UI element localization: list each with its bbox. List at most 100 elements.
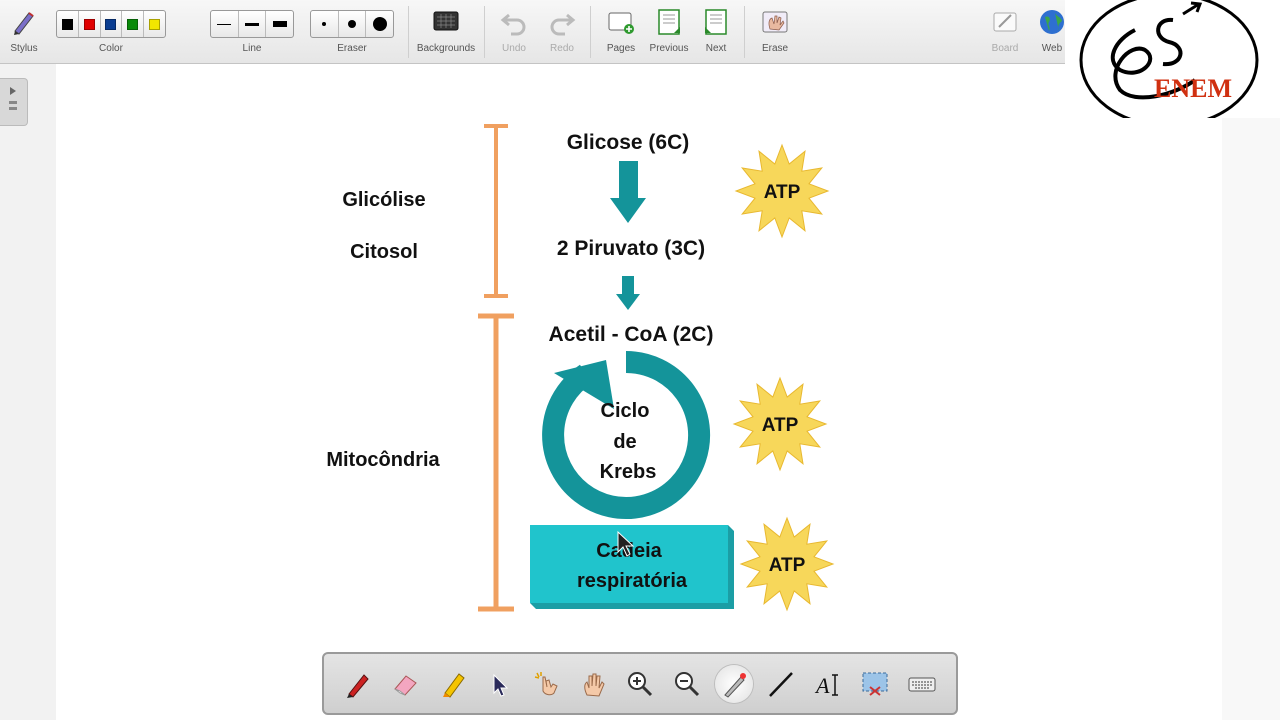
eraser-icon bbox=[393, 674, 417, 696]
line-thick[interactable] bbox=[266, 11, 293, 37]
zoom-in-button[interactable] bbox=[621, 665, 659, 703]
enem-logo: ENEM bbox=[1065, 0, 1280, 128]
stylus-icon bbox=[14, 12, 34, 35]
eraser-tool-button[interactable] bbox=[386, 665, 424, 703]
zoom-in-icon bbox=[627, 671, 652, 696]
screen-capture-button[interactable] bbox=[856, 665, 894, 703]
pages-icon bbox=[608, 12, 634, 34]
mitochondria-bracket bbox=[478, 313, 514, 612]
atp-label-1: ATP bbox=[764, 182, 801, 203]
atp-label-3: ATP bbox=[769, 555, 806, 576]
whiteboard-canvas[interactable]: Glicólise Citosol Mitocôndria Glicose (6… bbox=[56, 64, 1222, 720]
color-red[interactable] bbox=[79, 11, 101, 37]
krebs-line3: Krebs bbox=[600, 461, 657, 483]
undo-icon bbox=[500, 13, 526, 36]
logo-mark: ENEM bbox=[1079, 0, 1259, 128]
zoom-out-button[interactable] bbox=[668, 665, 706, 703]
previous-label: Previous bbox=[649, 43, 689, 54]
down-arrow-small bbox=[616, 276, 640, 310]
color-swatches bbox=[56, 10, 166, 38]
laser-pointer-button[interactable] bbox=[715, 664, 754, 703]
krebs-line2: de bbox=[613, 431, 636, 453]
line-icon bbox=[769, 671, 793, 697]
board-label: Board bbox=[991, 43, 1019, 54]
line-label: Line bbox=[242, 43, 262, 54]
laser-pointer-icon bbox=[724, 672, 747, 698]
side-panel-arrow-icon bbox=[9, 87, 17, 110]
stylus-label: Stylus bbox=[10, 43, 38, 54]
undo-button[interactable]: Undo bbox=[494, 4, 534, 60]
magic-pointer-icon bbox=[534, 671, 558, 695]
pen-icon bbox=[346, 673, 369, 698]
cytosol-label: Citosol bbox=[350, 241, 418, 263]
backgrounds-label: Backgrounds bbox=[416, 43, 476, 54]
eraser-large[interactable] bbox=[366, 11, 393, 37]
erase-hand-icon bbox=[762, 11, 788, 33]
line-tool: Line bbox=[210, 4, 294, 60]
select-tool-button[interactable] bbox=[480, 665, 518, 703]
pyruvate-label: 2 Piruvato (3C) bbox=[557, 237, 705, 260]
color-tool: Color bbox=[56, 4, 166, 60]
board-icon bbox=[993, 12, 1017, 32]
pen-tool-button[interactable] bbox=[339, 665, 377, 703]
redo-button[interactable]: Redo bbox=[542, 4, 582, 60]
redo-icon bbox=[550, 13, 576, 36]
previous-button[interactable]: Previous bbox=[646, 4, 692, 60]
next-label: Next bbox=[705, 43, 727, 54]
pointer-icon bbox=[493, 673, 508, 697]
respiratory-chain-box bbox=[530, 525, 734, 609]
undo-label: Undo bbox=[502, 43, 526, 54]
highlighter-icon bbox=[442, 672, 465, 698]
previous-page-icon bbox=[658, 9, 680, 35]
color-label: Color bbox=[99, 43, 123, 54]
magic-pointer-button[interactable] bbox=[527, 665, 565, 703]
logo-text: ENEM bbox=[1154, 74, 1232, 103]
color-yellow[interactable] bbox=[144, 11, 165, 37]
board-margin bbox=[1222, 64, 1280, 720]
line-thin[interactable] bbox=[211, 11, 239, 37]
pages-button[interactable]: Pages bbox=[600, 4, 642, 60]
color-black[interactable] bbox=[57, 11, 79, 37]
down-arrow-large bbox=[610, 161, 646, 223]
atp-star-1: ATP bbox=[734, 143, 830, 239]
line-widths bbox=[210, 10, 294, 38]
glycolysis-bracket bbox=[484, 124, 508, 298]
hand-pan-button[interactable] bbox=[574, 665, 612, 703]
floating-toolbar: A bbox=[322, 652, 958, 715]
atp-label-2: ATP bbox=[762, 415, 799, 436]
eraser-sizes bbox=[310, 10, 394, 38]
next-button[interactable]: Next bbox=[696, 4, 736, 60]
glucose-label: Glicose (6C) bbox=[567, 131, 690, 154]
svg-text:A: A bbox=[814, 673, 830, 698]
glycolysis-label: Glicólise bbox=[342, 189, 425, 211]
screen-capture-icon bbox=[862, 672, 888, 696]
acetyl-coa-label: Acetil - CoA (2C) bbox=[549, 323, 714, 346]
line-medium[interactable] bbox=[239, 11, 267, 37]
respiration-diagram: Glicólise Citosol Mitocôndria Glicose (6… bbox=[326, 124, 835, 612]
next-page-icon bbox=[705, 9, 727, 35]
redo-label: Redo bbox=[550, 43, 574, 54]
stylus-tool[interactable]: Stylus bbox=[4, 4, 44, 60]
pages-label: Pages bbox=[606, 43, 636, 54]
respiratory-chain-line2: respiratória bbox=[577, 570, 688, 592]
highlighter-tool-button[interactable] bbox=[433, 665, 471, 703]
erase-button[interactable]: Erase bbox=[754, 4, 796, 60]
eraser-medium[interactable] bbox=[339, 11, 367, 37]
globe-icon bbox=[1040, 10, 1064, 34]
line-tool-button[interactable] bbox=[762, 665, 800, 703]
top-toolbar: Stylus Color Line Eraser Backgrounds Und… bbox=[0, 0, 1065, 64]
text-tool-button[interactable]: A bbox=[809, 665, 847, 703]
eraser-tool: Eraser bbox=[310, 4, 394, 60]
board-button[interactable]: Board bbox=[984, 4, 1026, 60]
color-green[interactable] bbox=[122, 11, 145, 37]
erase-label: Erase bbox=[761, 43, 789, 54]
eraser-small[interactable] bbox=[311, 11, 339, 37]
keyboard-icon bbox=[908, 677, 936, 691]
side-panel-toggle[interactable] bbox=[0, 78, 28, 126]
atp-star-3: ATP bbox=[739, 516, 835, 612]
krebs-line1: Ciclo bbox=[601, 400, 650, 422]
backgrounds-button[interactable]: Backgrounds bbox=[414, 4, 478, 60]
eraser-label: Eraser bbox=[337, 43, 367, 54]
color-blue[interactable] bbox=[101, 11, 123, 37]
keyboard-button[interactable] bbox=[903, 665, 941, 703]
